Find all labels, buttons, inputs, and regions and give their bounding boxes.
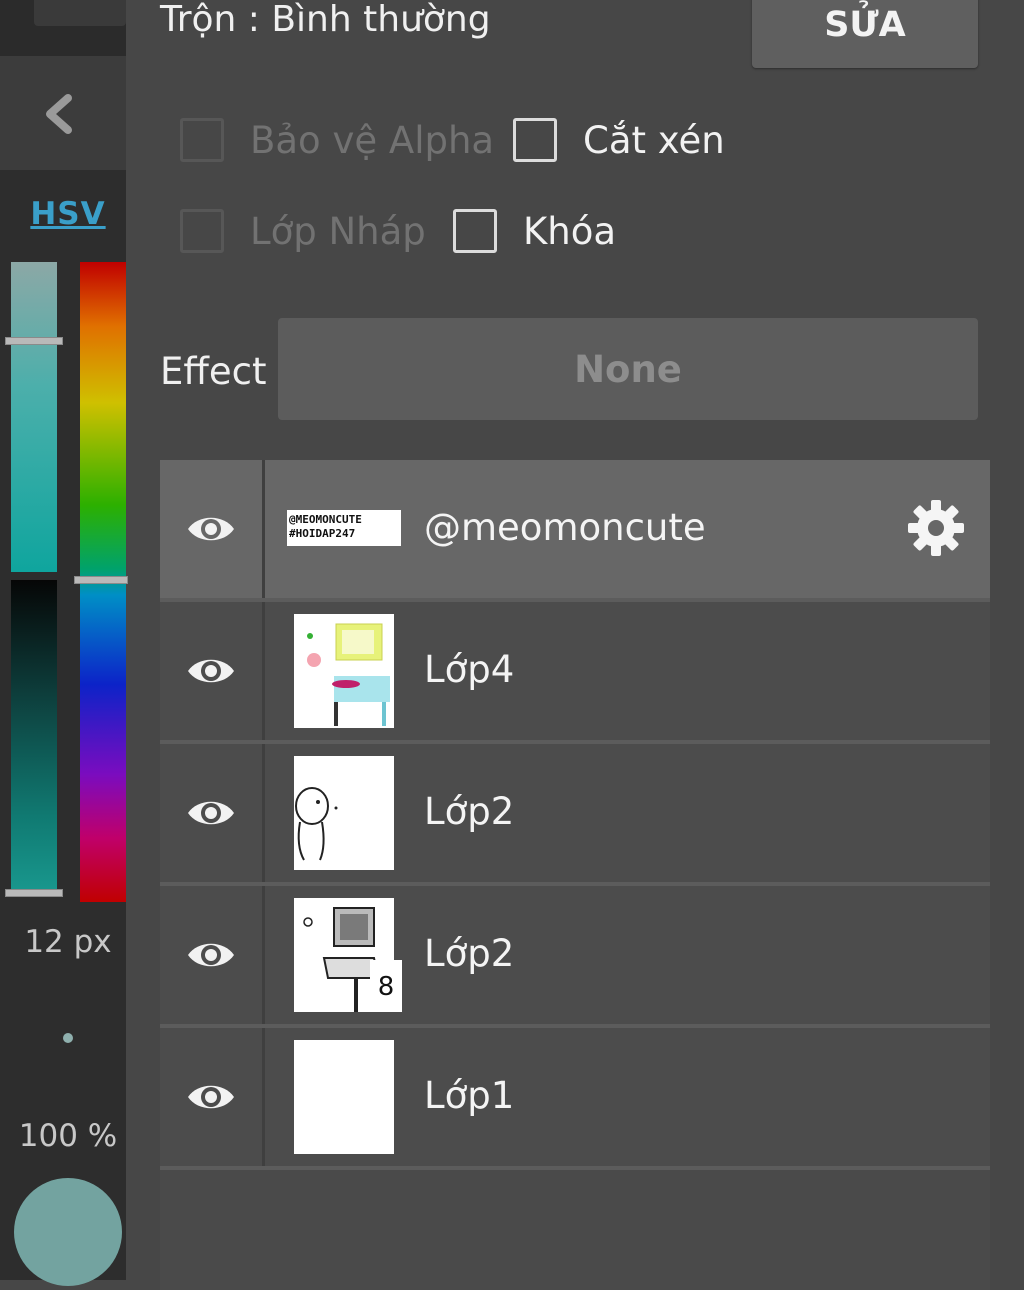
watermark-line: @MEOMONCUTE: [289, 513, 362, 526]
visibility-toggle[interactable]: [160, 460, 265, 598]
gear-icon[interactable]: [906, 498, 966, 558]
effect-label: Effect: [160, 350, 267, 393]
saturation-slider[interactable]: [11, 262, 57, 572]
layer-name: @meomoncute: [424, 506, 706, 549]
alpha-protect-checkbox[interactable]: Bảo vệ Alpha: [180, 118, 494, 162]
alpha-protect-label: Bảo vệ Alpha: [250, 118, 495, 162]
layer-thumbnail: @MEOMONCUTE #HOIDAP247: [287, 510, 401, 546]
layers-list: @MEOMONCUTE #HOIDAP247 @meomoncute Lớp4 …: [160, 460, 990, 1290]
brush-size-label[interactable]: 12 px: [0, 924, 136, 960]
layer-row[interactable]: @MEOMONCUTE #HOIDAP247 @meomoncute: [160, 460, 990, 602]
toolbar-top-button[interactable]: [34, 0, 126, 26]
draft-layer-label: Lớp Nháp: [250, 209, 426, 253]
layer-row[interactable]: Lớp1: [160, 1028, 990, 1170]
checkbox-box: [180, 118, 224, 162]
toolbar-top: [0, 0, 126, 56]
layer-thumbnail: [294, 1040, 394, 1154]
edit-button[interactable]: SỬA: [752, 0, 978, 68]
layer-name: Lớp2: [424, 790, 515, 833]
chevron-left-icon: [46, 94, 72, 134]
checkbox-box: [513, 118, 557, 162]
effect-select[interactable]: None: [278, 318, 978, 420]
visibility-toggle[interactable]: [160, 886, 265, 1024]
value-slider-handle[interactable]: [5, 889, 63, 897]
clipping-checkbox[interactable]: Cắt xén: [513, 118, 725, 162]
lock-checkbox[interactable]: Khóa: [453, 209, 616, 253]
watermark-line: #HOIDAP247: [289, 527, 356, 540]
left-toolbar: HSV 12 px 100 %: [0, 0, 128, 1286]
layer-thumbnail: [294, 756, 394, 870]
checkbox-box: [180, 209, 224, 253]
color-mode-link[interactable]: HSV: [0, 196, 136, 232]
layer-count-badge: 8: [370, 960, 402, 1012]
layer-thumbnail: [294, 614, 394, 728]
lock-label: Khóa: [523, 209, 617, 253]
brush-size-preview: [63, 1033, 73, 1043]
blend-mode-label[interactable]: Trộn : Bình thường: [160, 0, 491, 40]
layer-name: Lớp1: [424, 1074, 515, 1117]
collapse-button[interactable]: [0, 56, 126, 170]
layer-name: Lớp2: [424, 932, 515, 975]
opacity-label[interactable]: 100 %: [0, 1118, 136, 1154]
saturation-slider-handle[interactable]: [5, 337, 63, 345]
checkbox-box: [453, 209, 497, 253]
layer-row[interactable]: Lớp2: [160, 886, 990, 1028]
eye-icon: [188, 517, 234, 541]
visibility-toggle[interactable]: [160, 602, 265, 740]
hue-slider-handle[interactable]: [74, 576, 128, 584]
draft-layer-checkbox[interactable]: Lớp Nháp: [180, 209, 426, 253]
value-slider[interactable]: [11, 580, 57, 896]
eye-icon: [188, 659, 234, 683]
current-color-swatch[interactable]: [14, 1178, 122, 1286]
visibility-toggle[interactable]: [160, 744, 265, 882]
visibility-toggle[interactable]: [160, 1028, 265, 1166]
eye-icon: [188, 943, 234, 967]
layer-name: Lớp4: [424, 648, 515, 691]
edit-button-label: SỬA: [824, 5, 906, 45]
watermark-text: @MEOMONCUTE #HOIDAP247: [287, 510, 401, 544]
clipping-label: Cắt xén: [583, 118, 725, 162]
eye-icon: [188, 1085, 234, 1109]
layer-row[interactable]: Lớp2: [160, 744, 990, 886]
layer-row[interactable]: Lớp4: [160, 602, 990, 744]
eye-icon: [188, 801, 234, 825]
